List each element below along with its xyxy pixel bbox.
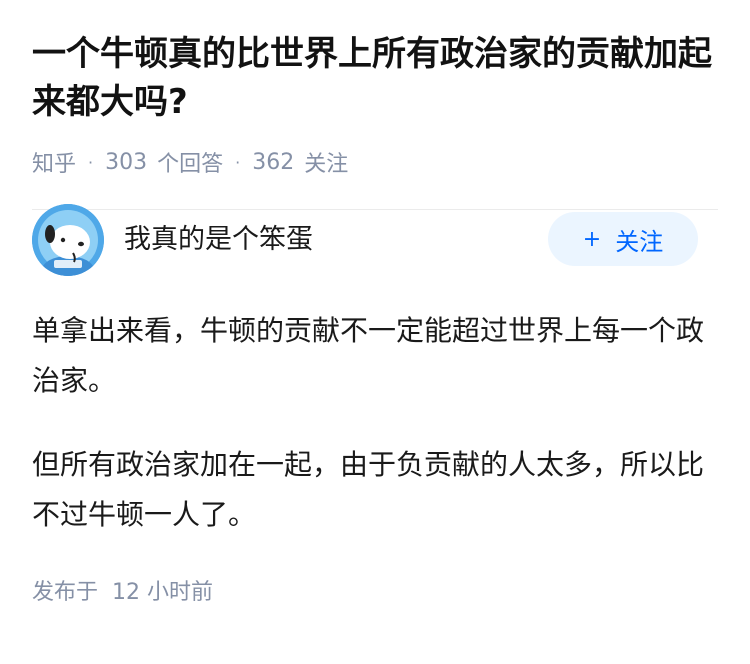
question-title[interactable]: 一个牛顿真的比世界上所有政治家的贡献加起来都大吗? (32, 30, 718, 126)
publish-info: 发布于 12 小时前 (32, 574, 718, 606)
question-header: 一个牛顿真的比世界上所有政治家的贡献加起来都大吗? 知乎 · 303 个回答 ·… (0, 0, 750, 210)
followers-count: 362 (252, 149, 295, 175)
meta-separator: · (235, 152, 241, 172)
question-meta: 知乎 · 303 个回答 · 362 关注 (32, 146, 718, 178)
answer-card: 我真的是个笨蛋 + 关注 单拿出来看，牛顿的贡献不一定能超过世界上每一个政治家。… (0, 204, 750, 606)
source-label[interactable]: 知乎 (32, 146, 76, 178)
answer-paragraph: 但所有政治家加在一起，由于负贡献的人太多，所以比不过牛顿一人了。 (32, 448, 705, 531)
meta-separator: · (88, 152, 94, 172)
followers-label[interactable]: 关注 (304, 146, 348, 178)
publish-time: 12 小时前 (112, 580, 214, 605)
answers-label[interactable]: 个回答 (157, 146, 223, 178)
answer-paragraph: 单拿出来看，牛顿的贡献不一定能超过世界上每一个政治家。 (32, 314, 705, 397)
author-row: 我真的是个笨蛋 + 关注 (32, 204, 718, 276)
answers-count: 303 (105, 149, 148, 175)
publish-label: 发布于 (32, 580, 99, 605)
plus-icon: + (582, 226, 602, 252)
answer-content: 单拿出来看，牛顿的贡献不一定能超过世界上每一个政治家。 但所有政治家加在一起，由… (32, 306, 718, 540)
follow-button-label: 关注 (615, 227, 664, 256)
author-name[interactable]: 我真的是个笨蛋 (124, 217, 313, 256)
cartoon-dog-avatar-icon[interactable] (32, 204, 104, 276)
follow-button[interactable]: + 关注 (548, 212, 698, 266)
